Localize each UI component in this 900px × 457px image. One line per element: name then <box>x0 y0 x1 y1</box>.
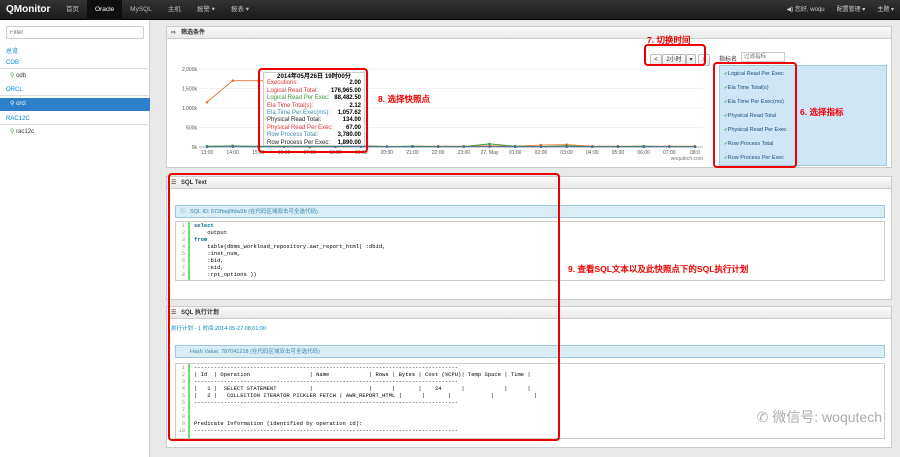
y-tick-label: 1,500k <box>182 87 198 93</box>
annotation-box-metrics <box>713 62 797 168</box>
data-point <box>488 145 491 148</box>
data-point <box>616 145 620 149</box>
nav-host[interactable]: 主机 <box>160 0 189 20</box>
x-tick-label: 20:00 <box>381 150 394 156</box>
user-menu: ◀) 您好, woqu 配置管理 ▾ 主题 ▾ <box>787 0 894 20</box>
x-tick-label: 06:00 <box>637 150 650 156</box>
annotation-snapshot: 8. 选择快照点 <box>378 94 430 104</box>
filter-icon: ⇨ <box>171 30 177 36</box>
annotation-sql: 9. 查看SQL文本以及此快照点下的SQL执行计划 <box>568 264 749 274</box>
y-tick-label: 0k <box>192 145 198 151</box>
annotation-metrics: 6. 选择指标 <box>800 107 844 117</box>
data-point <box>205 145 209 149</box>
x-tick-label: 02:00 <box>535 150 548 156</box>
annotation-box-snapshot <box>258 68 368 153</box>
annotation-box-time <box>644 44 706 66</box>
annotation-box-sql <box>168 173 560 441</box>
x-tick-label: 04:00 <box>586 150 599 156</box>
x-tick-label: 27. May <box>481 150 499 156</box>
data-point <box>488 142 491 146</box>
data-point <box>462 145 466 149</box>
annotation-time: 7. 切换时间 <box>647 35 691 45</box>
theme-menu[interactable]: 主题 ▾ <box>877 0 894 20</box>
sidebar-item-rac12c[interactable]: ⚲ rac12c <box>0 128 150 138</box>
chart-credit: woqutech.com <box>671 156 703 162</box>
sidebar-item-orcl[interactable]: ⚲ orcl <box>0 98 150 111</box>
data-point <box>668 145 671 149</box>
data-point <box>205 100 209 104</box>
wechat-icon: ✆ <box>756 409 773 425</box>
data-point <box>411 145 414 149</box>
x-tick-label: 05:00 <box>612 150 625 156</box>
app-logo[interactable]: QMonitor <box>6 4 50 15</box>
data-point <box>231 145 234 148</box>
user-greeting[interactable]: ◀) 您好, woqu <box>787 0 825 20</box>
data-point <box>642 145 645 149</box>
sidebar-group-rac12c[interactable]: RAC12C <box>0 116 150 125</box>
sidebar-title[interactable]: 总览 <box>0 46 150 55</box>
data-point <box>436 145 440 149</box>
data-point <box>565 145 568 148</box>
data-point <box>385 145 389 149</box>
sidebar-group-cob[interactable]: COB <box>0 60 150 69</box>
sidebar-group-orcl[interactable]: ORCL <box>0 87 150 96</box>
top-navbar: QMonitor 首页 Oracle MySQL 主机 报警 ▾ 报表 ▾ ◀)… <box>0 0 900 20</box>
x-tick-label: 22:00 <box>432 150 445 156</box>
nav-report[interactable]: 报表 ▾ <box>223 0 257 20</box>
sidebar: 总览 COB ⚲ odb ORCL ⚲ orcl RAC12C ⚲ rac12c <box>0 20 150 457</box>
x-tick-label: 21:00 <box>406 150 419 156</box>
data-point <box>693 145 697 149</box>
filter-panel-header: ⇨ 筛选条件 <box>167 27 891 39</box>
x-tick-label: 03:00 <box>560 150 573 156</box>
x-tick-label: 23:00 <box>458 150 471 156</box>
y-tick-label: 500k <box>186 126 197 132</box>
nav-oracle[interactable]: Oracle <box>87 0 123 20</box>
nav-alarm[interactable]: 报警 ▾ <box>189 0 223 20</box>
x-tick-label: 13:00 <box>201 150 214 156</box>
sidebar-item-odb[interactable]: ⚲ odb <box>0 72 150 82</box>
main-nav: 首页 Oracle MySQL 主机 报警 ▾ 报表 ▾ <box>58 0 257 20</box>
data-point <box>590 145 594 149</box>
watermark: ✆ 微信号: woqutech <box>756 409 882 425</box>
data-point <box>513 145 517 149</box>
data-point <box>539 145 543 149</box>
nav-mysql[interactable]: MySQL <box>122 0 160 20</box>
metric-filter-input[interactable] <box>741 52 785 62</box>
x-tick-label: 01:00 <box>509 150 522 156</box>
y-tick-label: 2,000k <box>182 67 198 73</box>
data-point <box>231 79 234 82</box>
config-menu[interactable]: 配置管理 ▾ <box>837 0 866 20</box>
nav-home[interactable]: 首页 <box>58 0 87 20</box>
y-tick-label: 1,000k <box>182 106 198 112</box>
sidebar-filter-input[interactable] <box>6 26 144 39</box>
x-tick-label: 14:00 <box>226 150 239 156</box>
metric-chart[interactable]: 2,000k1,500k1,000k500k0k13:00 14:00 15:00 1… <box>171 63 711 163</box>
